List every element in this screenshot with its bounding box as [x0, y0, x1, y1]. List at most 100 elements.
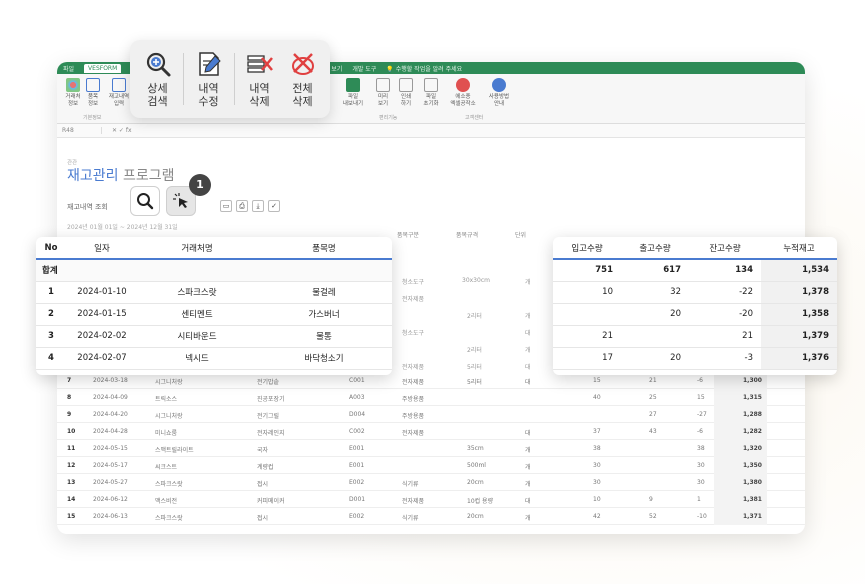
- cell-no: 12: [67, 462, 76, 469]
- tab-vesform[interactable]: VESFORM: [84, 63, 122, 73]
- delete-all-button[interactable]: 전체 삭제: [285, 50, 321, 108]
- cell-cat: 식기류: [402, 481, 419, 488]
- header-out-qty[interactable]: 출고수량: [621, 237, 689, 260]
- table-row[interactable]: 21 21 1,379: [553, 325, 837, 348]
- file-export-button[interactable]: 파일 내보내기: [339, 78, 367, 108]
- print-icon[interactable]: ⎙: [236, 200, 248, 212]
- cell-remain: -6: [697, 377, 703, 384]
- bg-fragment: 청소도구: [402, 279, 425, 286]
- table-row[interactable]: 1 2024-01-10 스파크스랏 물걸레: [36, 281, 392, 304]
- cell-reference[interactable]: R48: [62, 127, 102, 134]
- bg-fragment: 개: [525, 313, 531, 320]
- table-row[interactable]: 4 2024-02-07 넥시드 바닥청소기: [36, 347, 392, 370]
- brand-logo-icon: [456, 78, 470, 92]
- header-remain-qty[interactable]: 잔고수량: [689, 237, 761, 260]
- cell-code: E002: [349, 513, 365, 520]
- cell-in: 30: [593, 479, 601, 486]
- delete-record-button[interactable]: 내역 삭제: [242, 50, 278, 108]
- left-table-card: No 일자 거래처명 품목명 합계 1 2024-01-10 스파크스랏 물걸레 2 20…: [36, 237, 392, 375]
- box-icon: [86, 78, 100, 92]
- cell-no: 14: [67, 496, 76, 503]
- tab-file[interactable]: 파일: [63, 64, 74, 73]
- title-primary: 재고관리: [67, 168, 119, 184]
- cell-date: 2024-06-13: [93, 513, 128, 520]
- tab-view[interactable]: 보기: [331, 64, 342, 73]
- table-row[interactable]: 15 2024-06-13 스파크스랏 접시 E002 식기류 20cm 개 42 52 -10 1,…: [57, 508, 805, 525]
- excel-workshop-button[interactable]: 에소종 엑셀공작소: [449, 78, 477, 108]
- group-convenience: 편리기능: [379, 115, 398, 121]
- download-icon[interactable]: ⤓: [252, 200, 264, 212]
- bg-fragment: 대: [525, 364, 531, 371]
- cell-remain: 15: [697, 394, 705, 401]
- bg-fragment: 개: [525, 279, 531, 286]
- cell-stock: 1,288: [743, 411, 762, 418]
- table-row[interactable]: 14 2024-06-12 맥스비전 커피메이커 D001 전자제품 10컵 용량 대 10 9 1…: [57, 491, 805, 508]
- check-icon[interactable]: ✓: [268, 200, 280, 212]
- cell-in: 17: [553, 347, 621, 370]
- cell-item: 진공포장기: [257, 396, 285, 403]
- file-reset-button[interactable]: 파일 초기화: [417, 78, 445, 108]
- table-row[interactable]: 11 2024-05-15 스맥트릴라이트 국자 E001 35cm 개 38 38 1,320: [57, 440, 805, 457]
- usage-guide-button[interactable]: 사용방법 안내: [485, 78, 513, 108]
- table-row[interactable]: 2 2024-01-15 센티멘트 가스버너: [36, 303, 392, 326]
- detail-search-button[interactable]: 상세 검색: [140, 50, 176, 108]
- cell-item: 접시: [257, 515, 269, 522]
- table-row[interactable]: 9 2024-04-20 시그니처랑 전기그릴 D004 주방용품 27 -27 1,288: [57, 406, 805, 423]
- table-row[interactable]: 12 2024-05-17 씨크스트 계량컵 E001 500ml 개 30 30 1,350: [57, 457, 805, 474]
- cell-date: 2024-05-27: [93, 479, 128, 486]
- cell-out: 20: [621, 303, 689, 326]
- cell-out: 9: [649, 496, 653, 503]
- cell-remain: -3: [689, 347, 761, 370]
- table-row[interactable]: 10 2024-04-28 미니쇼룸 전자레인지 C002 전자제품 대 37 43 -6 1,28…: [57, 423, 805, 440]
- cell-no: 13: [67, 479, 76, 486]
- search-button[interactable]: [130, 186, 160, 216]
- cell-remain: 1: [697, 496, 701, 503]
- header-in-qty[interactable]: 입고수량: [553, 237, 621, 260]
- cell-date: 2024-01-15: [66, 303, 138, 326]
- header-vendor[interactable]: 거래처명: [138, 237, 256, 260]
- edit-record-button[interactable]: 내역 수정: [191, 50, 227, 108]
- table-row[interactable]: 8 2024-04-09 트릭소스 진공포장기 A003 주방용품 40 25 15 1,315: [57, 389, 805, 406]
- cell-vendor: 미니쇼룸: [155, 430, 178, 437]
- screenshot-stage: 파일 VESFORM 보기 개발 도구 💡 수행할 작업을 알려 주세요 거래처…: [0, 0, 865, 584]
- total-row: 751 617 134 1,534: [553, 259, 837, 282]
- bg-header-unit: 단위: [515, 232, 527, 239]
- cell-vendor: 시그니처랑: [155, 379, 183, 386]
- pointer-click-icon: [173, 193, 188, 208]
- cell-stock: 1,358: [761, 303, 837, 326]
- bg-header-spec: 품목규격: [456, 232, 479, 239]
- cell-spec: 5리터: [467, 379, 482, 386]
- monitor-icon[interactable]: ▭: [220, 200, 232, 212]
- cell-vendor: 스파크스랏: [155, 515, 183, 522]
- print-label: 인쇄 하기: [400, 94, 412, 107]
- cell-out: [621, 325, 689, 348]
- header-no[interactable]: No: [36, 237, 66, 260]
- cell-out: 25: [649, 394, 657, 401]
- table-row[interactable]: 20 -20 1,358: [553, 303, 837, 326]
- table-row[interactable]: 10 32 -22 1,378: [553, 281, 837, 304]
- header-cumulative-stock[interactable]: 누적재고: [761, 237, 837, 260]
- table-row[interactable]: 17 20 -3 1,376: [553, 347, 837, 370]
- step-number-badge: 1: [189, 174, 211, 196]
- tell-me-label: 수행할 작업을 알려 주세요: [395, 65, 463, 73]
- item-info-button[interactable]: 품목 정보: [79, 78, 107, 108]
- delete-row-icon: [246, 55, 273, 73]
- total-in: 751: [553, 259, 621, 282]
- cell-date: 2024-01-10: [66, 281, 138, 304]
- cell-cat: 전자제품: [402, 379, 425, 386]
- print-button[interactable]: 인쇄 하기: [392, 78, 420, 108]
- table-row[interactable]: 3 2024-02-02 시티바운드 물통: [36, 325, 392, 348]
- printer-icon: [399, 78, 413, 92]
- tell-me-search[interactable]: 💡 수행할 작업을 알려 주세요: [386, 64, 462, 73]
- header-date[interactable]: 일자: [66, 237, 138, 260]
- search-icon: [137, 193, 154, 210]
- cell-spec: 20cm: [467, 479, 484, 486]
- bg-fragment: 개: [525, 347, 531, 354]
- tab-developer[interactable]: 개발 도구: [352, 64, 376, 73]
- cell-in: 38: [593, 445, 601, 452]
- stock-entry-button[interactable]: 재고내역 입력: [105, 78, 133, 108]
- cell-vendor: 넥시드: [138, 347, 256, 370]
- header-item[interactable]: 품목명: [256, 237, 392, 260]
- table-row[interactable]: 13 2024-05-27 스파크스랏 접시 E002 식기류 20cm 개 30 30 1,380: [57, 474, 805, 491]
- date-range: 2024년 01월 01일 ~ 2024년 12월 31일: [67, 224, 178, 231]
